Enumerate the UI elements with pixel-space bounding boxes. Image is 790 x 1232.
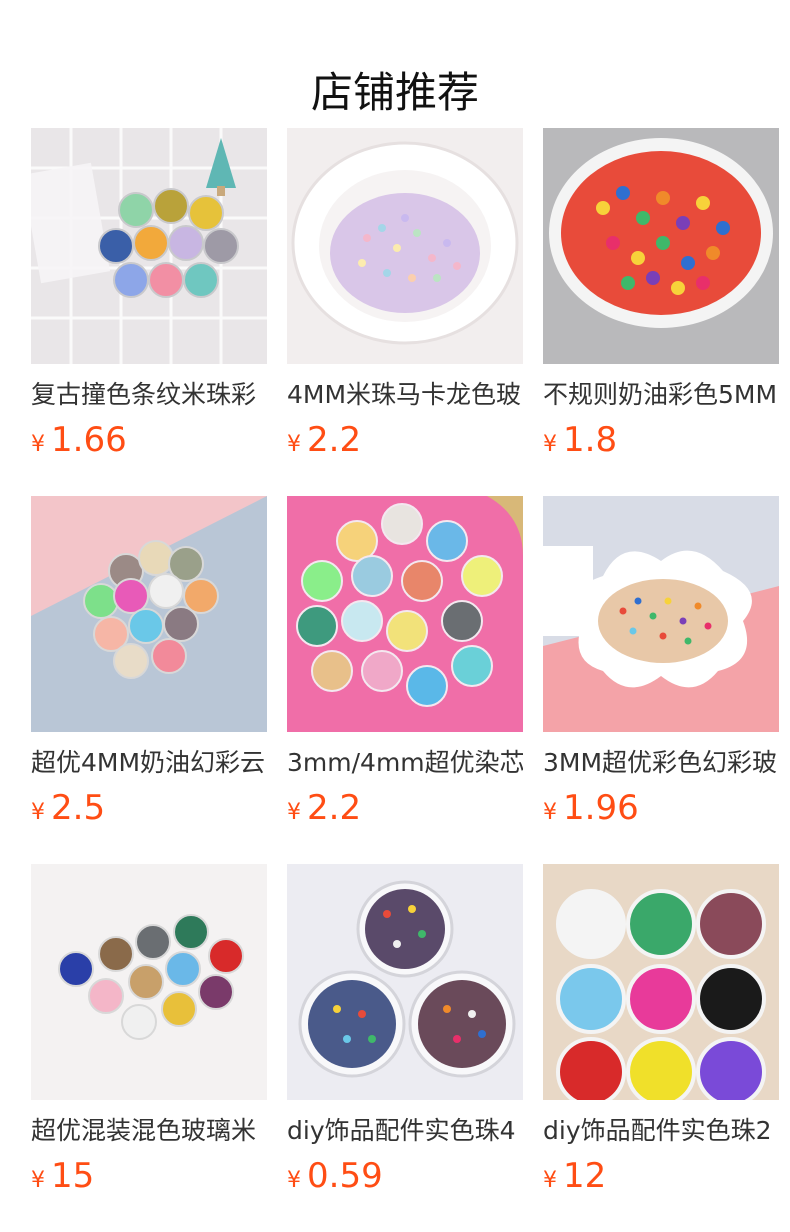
product-name[interactable]: 超优混装混色玻璃米 xyxy=(31,1114,267,1148)
currency-symbol: ¥ xyxy=(31,432,45,457)
product-price: ¥2.2 xyxy=(287,420,523,466)
product-name[interactable]: 不规则奶油彩色5MM xyxy=(543,378,779,412)
price-value: 12 xyxy=(563,1156,607,1196)
product-price: ¥2.5 xyxy=(31,788,267,834)
price-value: 1.96 xyxy=(563,788,639,828)
product-price: ¥1.8 xyxy=(543,420,779,466)
price-value: 2.5 xyxy=(51,788,106,828)
product-name[interactable]: 3MM超优彩色幻彩玻 xyxy=(543,746,779,780)
currency-symbol: ¥ xyxy=(543,1168,557,1193)
currency-symbol: ¥ xyxy=(31,1168,45,1193)
currency-symbol: ¥ xyxy=(287,800,301,825)
product-image[interactable] xyxy=(287,128,523,364)
product-image[interactable] xyxy=(543,496,779,732)
product-price: ¥1.96 xyxy=(543,788,779,834)
currency-symbol: ¥ xyxy=(287,432,301,457)
currency-symbol: ¥ xyxy=(287,1168,301,1193)
price-value: 0.59 xyxy=(307,1156,383,1196)
product-card[interactable]: 复古撞色条纹米珠彩 ¥1.66 xyxy=(31,128,267,460)
product-name[interactable]: 超优4MM奶油幻彩云 xyxy=(31,746,267,780)
product-image[interactable] xyxy=(287,496,523,732)
price-value: 2.2 xyxy=(307,788,362,828)
product-card[interactable]: 超优混装混色玻璃米 ¥15 xyxy=(31,864,267,1196)
price-value: 1.66 xyxy=(51,420,127,460)
currency-symbol: ¥ xyxy=(543,800,557,825)
currency-symbol: ¥ xyxy=(31,800,45,825)
price-value: 1.8 xyxy=(563,420,618,460)
product-name[interactable]: 3mm/4mm超优染芯 xyxy=(287,746,523,780)
price-value: 15 xyxy=(51,1156,95,1196)
product-name[interactable]: diy饰品配件实色珠4 xyxy=(287,1114,523,1148)
product-price: ¥1.66 xyxy=(31,420,267,466)
product-image[interactable] xyxy=(543,864,779,1100)
product-card[interactable]: 3MM超优彩色幻彩玻 ¥1.96 xyxy=(543,496,779,828)
product-card[interactable]: diy饰品配件实色珠4 ¥0.59 xyxy=(287,864,523,1196)
product-price: ¥15 xyxy=(31,1156,267,1202)
product-card[interactable]: 4MM米珠马卡龙色玻 ¥2.2 xyxy=(287,128,523,460)
product-image[interactable] xyxy=(287,864,523,1100)
product-image[interactable] xyxy=(31,864,267,1100)
product-price: ¥12 xyxy=(543,1156,779,1202)
product-price: ¥2.2 xyxy=(287,788,523,834)
product-name[interactable]: diy饰品配件实色珠2 xyxy=(543,1114,779,1148)
product-image[interactable] xyxy=(543,128,779,364)
product-image[interactable] xyxy=(31,496,267,732)
product-card[interactable]: diy饰品配件实色珠2 ¥12 xyxy=(543,864,779,1196)
price-value: 2.2 xyxy=(307,420,362,460)
product-name[interactable]: 4MM米珠马卡龙色玻 xyxy=(287,378,523,412)
currency-symbol: ¥ xyxy=(543,432,557,457)
section-title: 店铺推荐 xyxy=(310,68,479,118)
product-card[interactable]: 不规则奶油彩色5MM ¥1.8 xyxy=(543,128,779,460)
product-name[interactable]: 复古撞色条纹米珠彩 xyxy=(31,378,267,412)
product-card[interactable]: 超优4MM奶油幻彩云 ¥2.5 xyxy=(31,496,267,828)
product-grid: 复古撞色条纹米珠彩 ¥1.66 4MM米珠马卡龙色玻 ¥2.2 不规则奶油彩色5… xyxy=(31,128,779,1196)
product-card[interactable]: 3mm/4mm超优染芯 ¥2.2 xyxy=(287,496,523,828)
product-image[interactable] xyxy=(31,128,267,364)
product-price: ¥0.59 xyxy=(287,1156,523,1202)
